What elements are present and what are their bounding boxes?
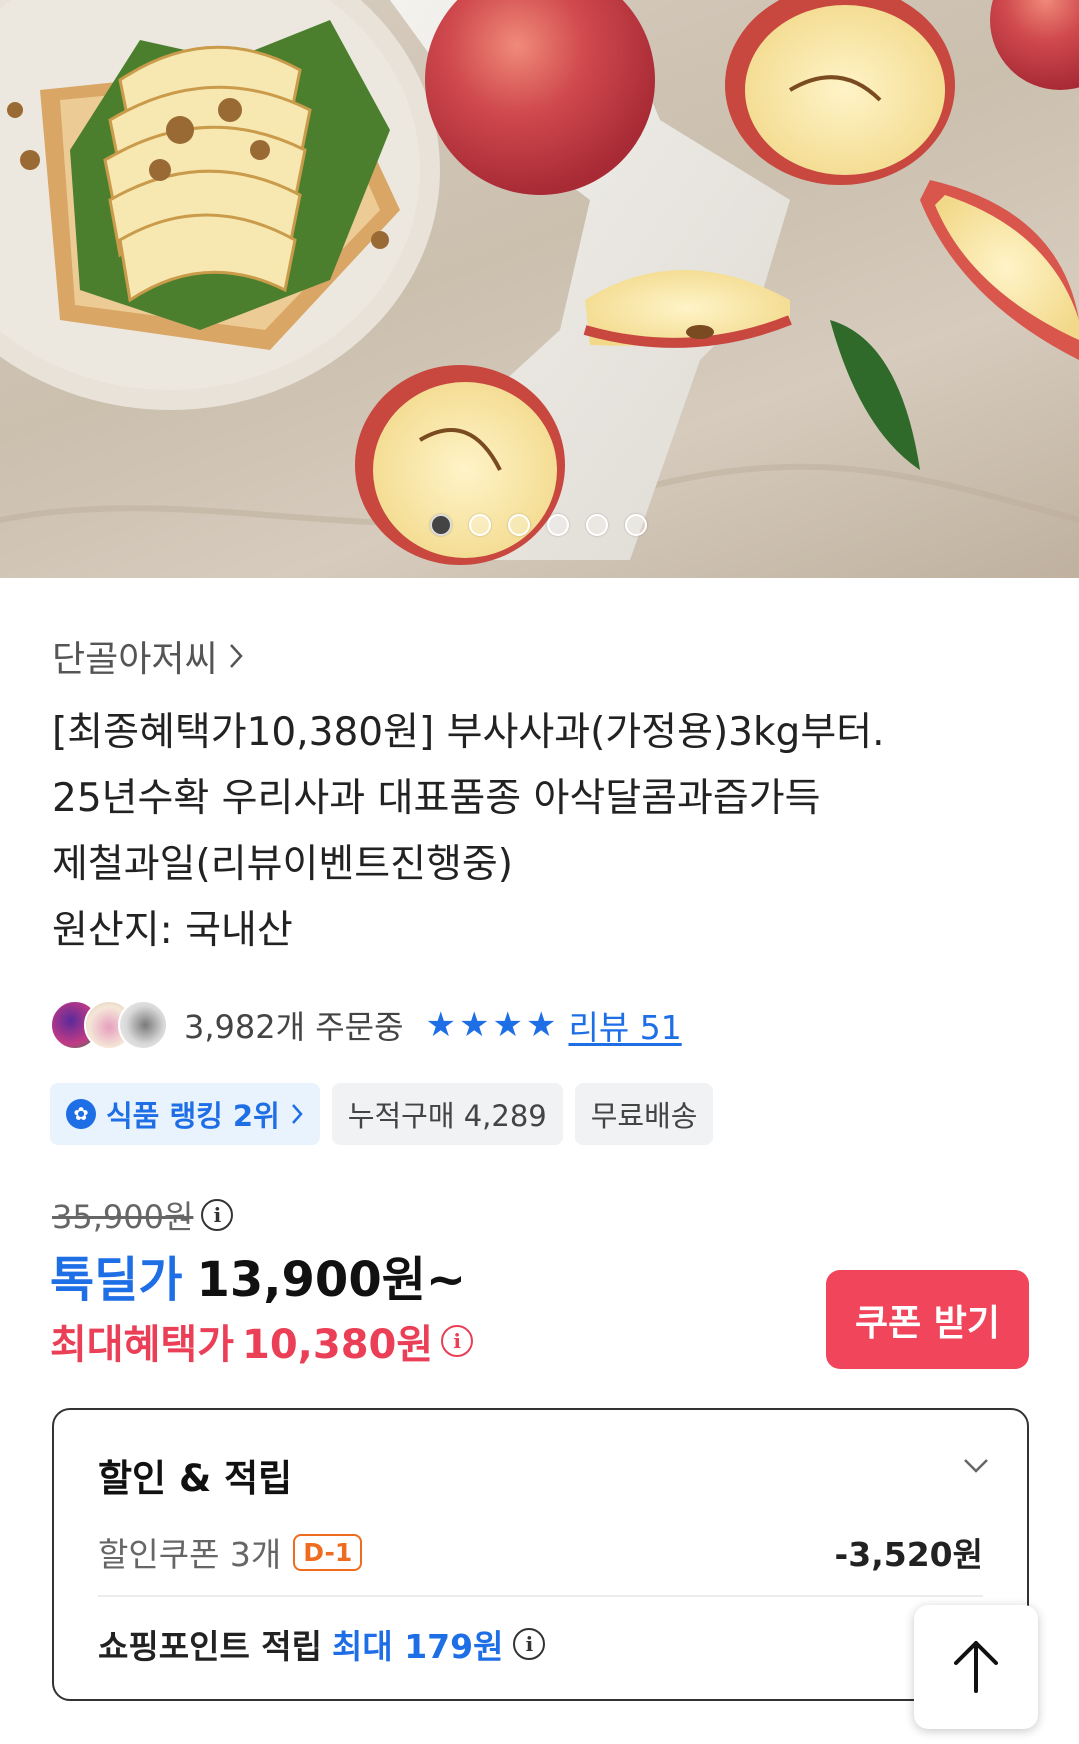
product-image-carousel[interactable] [0, 0, 1079, 578]
deal-price: 13,900원~ [196, 1252, 467, 1308]
divider [98, 1595, 983, 1597]
coupon-label: 할인쿠폰 3개 [98, 1535, 282, 1574]
free-shipping-label: 무료배송 [590, 1099, 698, 1133]
carousel-dot-4[interactable] [547, 514, 569, 536]
carousel-dot-1[interactable] [430, 514, 452, 536]
info-chips: ✿ 식품 랭킹 2위 누적구매 4,289 무료배송 [50, 1083, 714, 1145]
arrow-up-icon [954, 1641, 998, 1693]
product-origin: 원산지: 국내산 [52, 908, 293, 953]
star-icon: ★ [492, 1005, 523, 1045]
carousel-dot-5[interactable] [586, 514, 608, 536]
d-day-badge: D-1 [293, 1533, 363, 1571]
order-count: 3,982개 주문중 [184, 1008, 404, 1046]
ranking-badge-icon: ✿ [66, 1099, 96, 1129]
apple-product-photo [0, 0, 1079, 565]
ranking-label: 식품 랭킹 2위 [106, 1099, 280, 1133]
carousel-dot-2[interactable] [469, 514, 491, 536]
seller-name: 단골아저씨 [52, 639, 218, 680]
chevron-right-icon [229, 644, 243, 668]
best-price: 10,380원 [242, 1322, 434, 1368]
best-price-row: 최대혜택가 10,380원 i [50, 1312, 474, 1370]
coupon-discount-amount: -3,520원 [834, 1535, 983, 1574]
avatar [118, 1000, 168, 1050]
info-icon[interactable]: i [201, 1199, 234, 1231]
deal-price-row: 톡딜가 13,900원~ [50, 1240, 466, 1310]
coupon-row[interactable]: 할인쿠폰 3개 D-1 -3,520원 [98, 1522, 983, 1582]
cumulative-purchase-label: 누적구매 4,289 [347, 1099, 547, 1133]
carousel-pagination [430, 514, 647, 536]
carousel-dot-3[interactable] [508, 514, 530, 536]
discount-rewards-panel: 할인 & 적립 할인쿠폰 3개 D-1 -3,520원 쇼핑포인트 적립 최대 … [52, 1408, 1029, 1701]
review-link[interactable]: 리뷰 51 [568, 1001, 681, 1049]
star-icon: ★ [459, 1005, 490, 1045]
deal-label: 톡딜가 [50, 1252, 183, 1308]
product-title-line: [최종혜택가10,380원] 부사사과(가정용)3kg부터. [52, 710, 885, 755]
chevron-right-icon [291, 1104, 303, 1124]
product-title-line: 제철과일(리뷰이벤트진행중) [52, 842, 513, 887]
info-icon[interactable]: i [513, 1628, 546, 1660]
product-title: [최종혜택가10,380원] 부사사과(가정용)3kg부터. 25년수확 우리사… [52, 700, 1042, 964]
cumulative-purchase-chip: 누적구매 4,289 [331, 1083, 563, 1145]
social-proof-row: 3,982개 주문중 ★ ★ ★ ★ 리뷰 51 [50, 997, 682, 1053]
get-coupon-button[interactable]: 쿠폰 받기 [826, 1270, 1029, 1369]
product-title-line: 25년수확 우리사과 대표품종 아삭달콤과즙가득 [52, 776, 821, 821]
best-price-label: 최대혜택가 [50, 1322, 234, 1368]
star-icon: ★ [425, 1005, 457, 1045]
scroll-to-top-button[interactable] [914, 1605, 1038, 1729]
original-price: 35,900원 [52, 1198, 194, 1236]
star-rating: ★ ★ ★ ★ [426, 1008, 557, 1042]
carousel-dot-6[interactable] [625, 514, 647, 536]
panel-title: 할인 & 적립 [98, 1457, 293, 1500]
chevron-down-icon[interactable] [961, 1450, 991, 1480]
points-value: 최대 179원 [332, 1627, 504, 1666]
info-icon[interactable]: i [441, 1325, 474, 1357]
points-label: 쇼핑포인트 적립 [98, 1627, 323, 1666]
buyer-avatars [50, 1000, 168, 1050]
points-row: 쇼핑포인트 적립 최대 179원 i [98, 1620, 546, 1668]
star-icon: ★ [526, 1005, 557, 1045]
seller-link[interactable]: 단골아저씨 [52, 630, 244, 682]
ranking-chip[interactable]: ✿ 식품 랭킹 2위 [50, 1083, 320, 1145]
free-shipping-chip: 무료배송 [574, 1083, 714, 1145]
original-price-row: 35,900원 i [52, 1192, 234, 1238]
